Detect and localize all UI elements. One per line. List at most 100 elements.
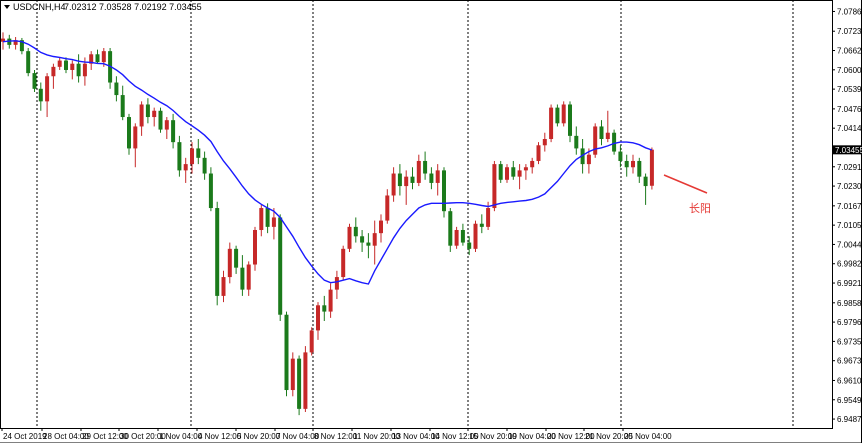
- price-tag: 7.03455: [833, 145, 862, 155]
- candle-body: [542, 139, 547, 146]
- candle: [649, 147, 654, 190]
- y-tick-label: 7.01055: [837, 221, 862, 230]
- y-tick-label: 7.05390: [837, 85, 862, 94]
- candle-body: [498, 164, 503, 180]
- candle-body: [416, 160, 421, 183]
- plot-background: [0, 0, 862, 443]
- ohlc-label: 7.02312 7.03528 7.02192 7.03455: [64, 2, 202, 12]
- y-tick-label: 7.01670: [837, 202, 862, 211]
- candle-body: [618, 151, 623, 161]
- candle-body: [643, 176, 648, 187]
- y-tick-label: 7.04145: [837, 124, 862, 133]
- candle-body: [45, 76, 50, 102]
- chart: 7.07865 7.07235 7.06620 7.06005 7.05390 7.047…: [0, 0, 862, 443]
- candle: [549, 104, 554, 143]
- candle-body: [341, 248, 346, 278]
- candle-body: [152, 110, 157, 118]
- candle-body: [227, 248, 232, 278]
- candle-body: [284, 314, 289, 391]
- candle-body: [234, 248, 239, 268]
- candle-body: [555, 107, 560, 124]
- candle-body: [460, 230, 465, 243]
- x-tick-label: 8 Nov 12:00: [314, 432, 358, 441]
- candle-body: [347, 226, 352, 249]
- candle-body: [605, 132, 610, 140]
- candle-body: [523, 167, 528, 171]
- candle: [454, 226, 459, 249]
- candle-body: [183, 164, 188, 171]
- candle-body: [624, 160, 629, 168]
- candle-body: [265, 208, 270, 227]
- y-tick-label: 7.07865: [837, 7, 862, 16]
- candle: [555, 104, 560, 127]
- candle: [26, 48, 31, 77]
- x-tick-label: 5 Nov 20:00: [237, 432, 281, 441]
- y-tick-label: 6.97965: [837, 318, 862, 327]
- candle-body: [171, 120, 176, 143]
- candle-body: [290, 358, 295, 391]
- candle-body: [309, 330, 314, 353]
- candle: [536, 142, 541, 165]
- candle-body: [593, 126, 598, 155]
- candle-body: [297, 358, 302, 409]
- candle-body: [190, 148, 194, 165]
- y-tick-label: 6.99825: [837, 260, 862, 269]
- candle-body: [385, 195, 390, 221]
- candle-body: [51, 66, 56, 77]
- candle-body: [120, 95, 125, 118]
- candle-body: [410, 176, 415, 183]
- candle-body: [145, 104, 150, 118]
- candle-body: [530, 160, 535, 168]
- candle-body: [316, 305, 320, 331]
- candle-body: [278, 217, 283, 315]
- candle-body: [271, 217, 276, 227]
- candle-body: [467, 242, 472, 249]
- candle-body: [76, 63, 81, 77]
- candle: [253, 226, 257, 271]
- candle-body: [82, 63, 87, 77]
- y-tick-label: 6.95490: [837, 396, 862, 405]
- candle-body: [64, 60, 68, 70]
- candle-body: [158, 110, 163, 130]
- candle-body: [246, 264, 251, 290]
- candle-body: [208, 173, 213, 209]
- y-tick-label: 6.94875: [837, 415, 862, 424]
- candle-body: [429, 173, 434, 183]
- candle-body: [70, 63, 75, 70]
- candle: [498, 160, 503, 183]
- y-tick-label: 6.98580: [837, 299, 862, 308]
- candle: [347, 223, 352, 252]
- candle-body: [303, 352, 308, 409]
- candle-body: [253, 230, 257, 265]
- candle-body: [353, 226, 358, 237]
- x-tick-label: 24 Oct 2019: [3, 432, 47, 441]
- y-tick-label: 7.07235: [837, 27, 862, 36]
- candle-body: [586, 154, 591, 165]
- y-tick-label: 6.96735: [837, 357, 862, 366]
- candle-body: [259, 208, 264, 231]
- candle: [290, 352, 295, 397]
- candle-body: [448, 211, 453, 246]
- candle-body: [435, 170, 440, 183]
- candle-body: [95, 54, 100, 63]
- candle-body: [139, 104, 144, 127]
- candle-body: [574, 135, 579, 149]
- candle-body: [549, 107, 554, 140]
- candle: [341, 245, 346, 281]
- y-tick-label: 6.96105: [837, 376, 862, 385]
- candle-body: [492, 164, 497, 209]
- candle: [303, 346, 308, 412]
- candle-body: [423, 160, 428, 174]
- candle-body: [240, 267, 245, 290]
- candle-body: [517, 170, 522, 177]
- candle-body: [649, 149, 654, 186]
- y-tick-label: 7.06005: [837, 66, 862, 75]
- candle: [593, 123, 598, 158]
- candle-body: [404, 176, 409, 187]
- y-tick-label: 7.04760: [837, 105, 862, 114]
- candle: [284, 311, 289, 397]
- candle: [32, 69, 37, 92]
- candle-body: [511, 167, 516, 177]
- candle-body: [221, 277, 226, 296]
- candle-body: [612, 132, 617, 152]
